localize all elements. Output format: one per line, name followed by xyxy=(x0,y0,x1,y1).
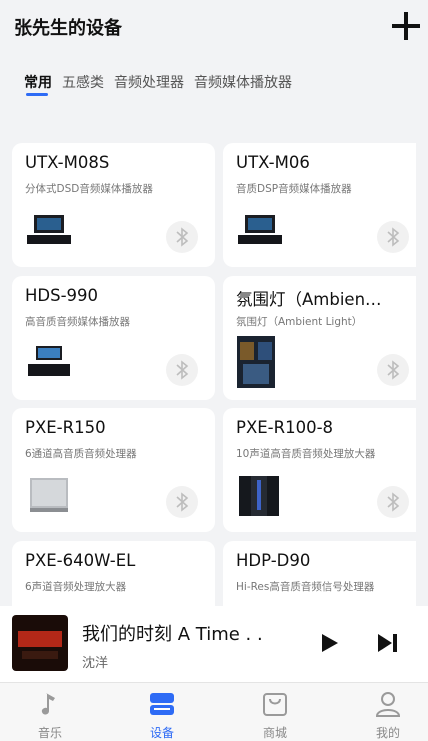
nav-item-music[interactable]: 音乐 xyxy=(10,683,90,741)
device-description: 10声道高音质音频处理放大器 xyxy=(236,448,376,460)
device-name: UTX-M06 xyxy=(236,153,310,172)
device-card[interactable]: PXE-R150 6通道高音质音频处理器 xyxy=(12,408,215,532)
device-icon xyxy=(150,693,174,715)
album-cover xyxy=(12,615,68,671)
device-image xyxy=(30,478,68,512)
bluetooth-icon xyxy=(176,492,189,512)
tab-media-player[interactable]: 音频媒体播放器 xyxy=(194,72,292,102)
nav-label: 音乐 xyxy=(37,726,62,740)
device-name: PXE-640W-EL xyxy=(25,551,136,570)
device-description: Hi-Res高音质音频信号处理器 xyxy=(236,581,375,593)
device-description: 分体式DSD音频媒体播放器 xyxy=(25,183,153,195)
song-title: 我们的时刻 A Time . . xyxy=(82,624,263,645)
device-card[interactable]: HDS-990 高音质音频媒体播放器 xyxy=(12,276,215,400)
nav-label: 设备 xyxy=(149,726,174,740)
device-card[interactable]: HDP-D90 Hi-Res高音质音频信号处理器 xyxy=(223,541,416,606)
bluetooth-icon xyxy=(176,360,189,380)
device-card[interactable]: UTX-M08S 分体式DSD音频媒体播放器 xyxy=(12,143,215,267)
category-tabs: 常用 五感类 音频处理器 音频媒体播放器 xyxy=(24,72,292,102)
device-name: HDP-D90 xyxy=(236,551,311,570)
nav-label: 商城 xyxy=(262,726,287,740)
bluetooth-icon xyxy=(176,227,189,247)
device-name: UTX-M08S xyxy=(25,153,110,172)
tab-common[interactable]: 常用 xyxy=(24,72,52,102)
device-description: 氛围灯（Ambient Light） xyxy=(236,316,363,328)
device-grid: UTX-M08S 分体式DSD音频媒体播放器 UTX-M06 音质DSP音频媒体… xyxy=(12,143,416,606)
device-image xyxy=(237,336,275,388)
person-icon xyxy=(375,692,401,717)
page-title: 张先生的设备 xyxy=(14,18,122,39)
artist-name: 沈洋 xyxy=(82,656,109,671)
device-description: 音质DSP音频媒体播放器 xyxy=(236,183,352,195)
nav-item-mall[interactable]: 商城 xyxy=(235,683,315,741)
nav-label: 我的 xyxy=(375,726,400,740)
tab-audio-processor[interactable]: 音频处理器 xyxy=(114,72,184,102)
device-card[interactable]: PXE-R100-8 10声道高音质音频处理放大器 xyxy=(223,408,416,532)
plus-icon[interactable] xyxy=(390,10,422,42)
device-description: 6通道高音质音频处理器 xyxy=(25,448,137,460)
bluetooth-icon xyxy=(387,360,400,380)
device-name: PXE-R100-8 xyxy=(236,418,334,437)
next-track-icon[interactable] xyxy=(373,630,401,656)
device-card[interactable]: 氛围灯（Ambien… 氛围灯（Ambient Light） xyxy=(223,276,416,400)
nav-item-device[interactable]: 设备 xyxy=(122,683,202,741)
header: 张先生的设备 xyxy=(0,0,428,54)
shopping-bag-icon xyxy=(263,693,287,716)
device-card[interactable]: PXE-640W-EL 6声道音频处理放大器 xyxy=(12,541,215,606)
bluetooth-button[interactable] xyxy=(377,486,409,518)
bluetooth-button[interactable] xyxy=(377,354,409,386)
device-name: PXE-R150 xyxy=(25,418,106,437)
nav-item-mine[interactable]: 我的 xyxy=(348,683,428,741)
device-image xyxy=(239,476,279,516)
bluetooth-button[interactable] xyxy=(166,354,198,386)
device-name: HDS-990 xyxy=(25,286,99,305)
mini-player[interactable]: 我们的时刻 A Time . . 沈洋 xyxy=(0,606,428,682)
bluetooth-icon xyxy=(387,492,400,512)
device-card[interactable]: UTX-M06 音质DSP音频媒体播放器 xyxy=(223,143,416,267)
bluetooth-icon xyxy=(387,227,400,247)
device-image xyxy=(27,215,71,244)
device-image xyxy=(28,346,70,376)
bluetooth-button[interactable] xyxy=(166,221,198,253)
device-description: 6声道音频处理放大器 xyxy=(25,581,127,593)
tab-five-senses[interactable]: 五感类 xyxy=(62,72,104,102)
play-icon[interactable] xyxy=(316,630,342,656)
device-image xyxy=(238,215,282,244)
bluetooth-button[interactable] xyxy=(377,221,409,253)
music-note-icon xyxy=(41,693,55,715)
bottom-nav: 音乐 设备 商城 我的 xyxy=(0,682,428,741)
bluetooth-button[interactable] xyxy=(166,486,198,518)
device-name: 氛围灯（Ambien… xyxy=(236,290,382,309)
device-description: 高音质音频媒体播放器 xyxy=(25,316,130,328)
